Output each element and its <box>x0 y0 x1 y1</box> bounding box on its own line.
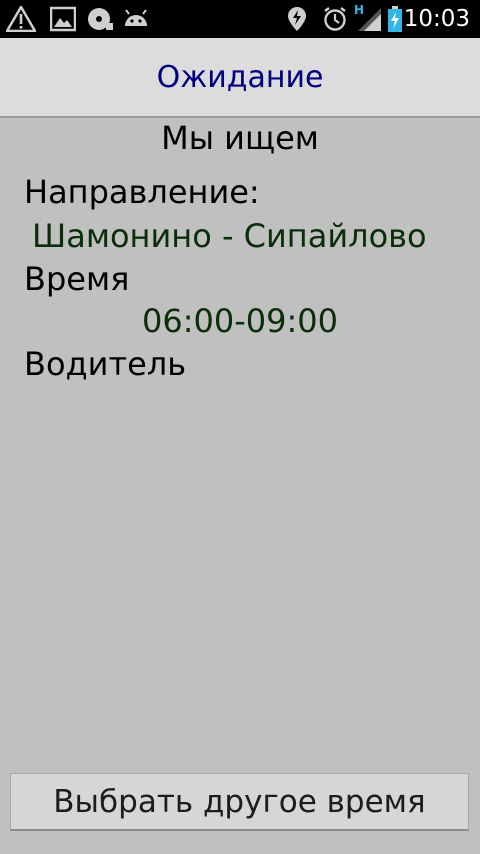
driver-label: Водитель <box>24 345 187 383</box>
page-title: Ожидание <box>156 60 324 95</box>
status-time: 10:03 <box>403 6 470 32</box>
warning-icon <box>6 6 36 32</box>
time-label: Время <box>24 260 130 298</box>
title-bar: Ожидание <box>0 38 480 118</box>
signal-icon <box>358 8 381 31</box>
choose-other-time-button[interactable]: Выбрать другое время <box>10 773 469 831</box>
battery-charging-icon <box>388 6 402 32</box>
location-icon <box>288 7 306 31</box>
android-icon <box>125 9 147 26</box>
time-value: 06:00-09:00 <box>142 302 338 340</box>
status-bar: H 10:03 <box>0 0 480 38</box>
cd-icon <box>88 8 113 30</box>
direction-label: Направление: <box>24 173 260 211</box>
image-icon <box>50 6 76 32</box>
search-heading: Мы ищем <box>161 119 319 157</box>
direction-value: Шамонино - Сипайлово <box>32 217 427 255</box>
alarm-icon <box>324 7 346 31</box>
main-content: Мы ищем Направление: Шамонино - Сипайлов… <box>0 118 480 854</box>
